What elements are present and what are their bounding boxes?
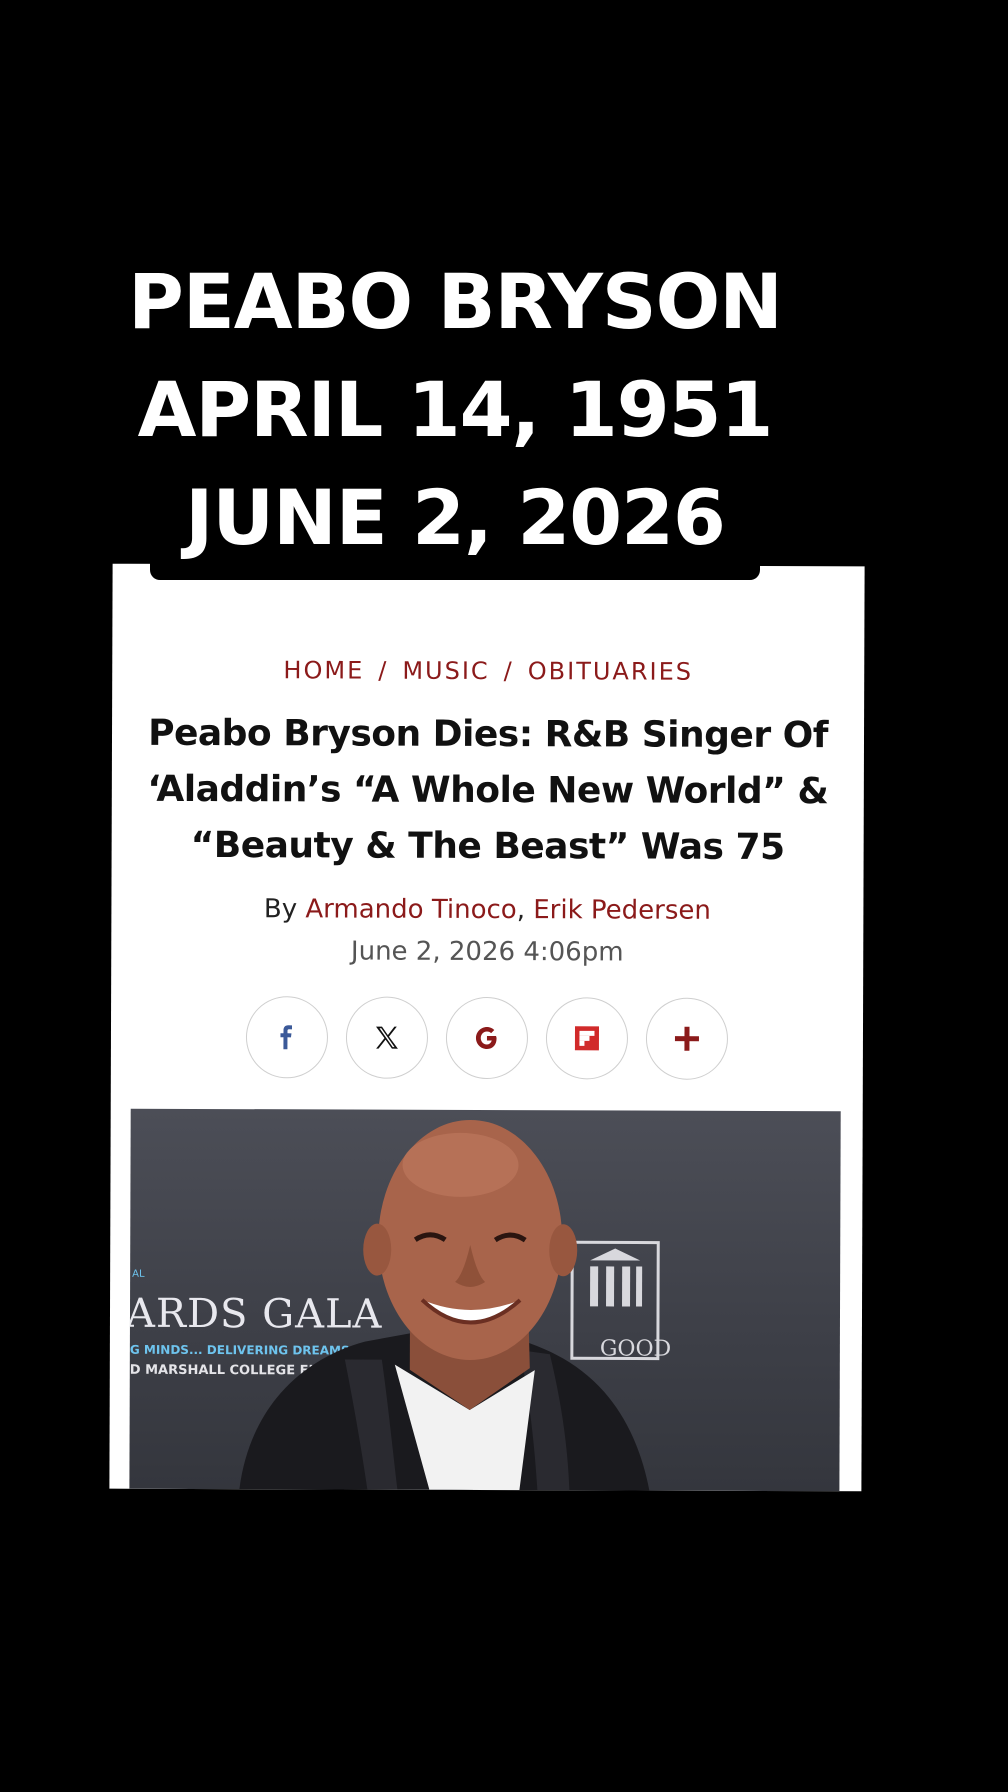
google-share-button[interactable]: [445, 996, 529, 1080]
share-buttons: [111, 996, 863, 1081]
breadcrumb-separator: /: [503, 657, 514, 686]
flipboard-icon: [574, 1026, 600, 1051]
caption-death-date: JUNE 2, 2026: [185, 473, 726, 562]
breadcrumb: HOME / MUSIC / OBITUARIES: [112, 656, 864, 687]
flipboard-share-button[interactable]: [545, 997, 629, 1080]
caption-birth-date: APRIL 14, 1951: [137, 365, 774, 454]
breadcrumb-obituaries-link[interactable]: OBITUARIES: [528, 657, 693, 686]
plus-icon: [674, 1026, 699, 1051]
byline: By Armando Tinoco, Erik Pedersen: [111, 894, 863, 927]
x-share-button[interactable]: [345, 996, 429, 1079]
publish-date: June 2, 2026 4:06pm: [350, 936, 624, 968]
facebook-share-button[interactable]: [245, 996, 329, 1079]
byline-comma: ,: [516, 895, 534, 926]
caption-name: PEABO BRYSON: [128, 257, 783, 346]
article-headline: Peabo Bryson Dies: R&B Singer Of ‘Aladdi…: [147, 712, 829, 869]
article-hero-image: AL ARDS GALA G MINDS... DELIVERING DREAM…: [129, 1108, 841, 1492]
breadcrumb-separator: /: [378, 656, 389, 685]
facebook-icon: [280, 1025, 293, 1050]
author-link-erik-pedersen[interactable]: Erik Pedersen: [533, 895, 711, 926]
breadcrumb-home-link[interactable]: HOME: [283, 656, 364, 684]
author-link-armando-tinoco[interactable]: Armando Tinoco: [305, 894, 516, 925]
google-icon: [475, 1026, 497, 1049]
x-icon: [376, 1026, 398, 1049]
portrait-illustration: [239, 1119, 650, 1491]
overlay-caption: PEABO BRYSON APRIL 14, 1951 JUNE 2, 2026: [128, 240, 783, 580]
more-share-button[interactable]: [645, 997, 729, 1080]
breadcrumb-music-link[interactable]: MUSIC: [402, 657, 489, 685]
article-card: HOME / MUSIC / OBITUARIES Peabo Bryson Dies:…: [109, 563, 865, 1492]
byline-prefix: By: [263, 894, 306, 925]
